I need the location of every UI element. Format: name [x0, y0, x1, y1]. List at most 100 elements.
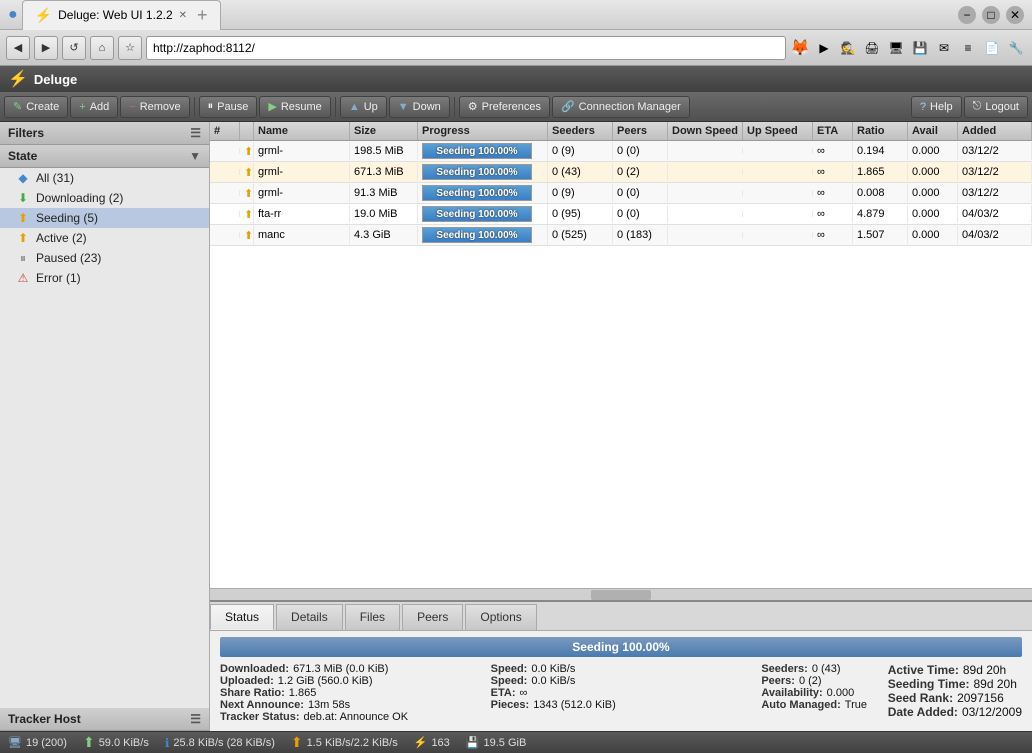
sidebar-item-all[interactable]: ◆ All (31)	[0, 168, 209, 188]
back-button[interactable]: ◀	[6, 36, 30, 60]
connection-manager-button[interactable]: 🔗 Connection Manager	[552, 96, 690, 118]
filters-collapse-button[interactable]: ☰	[190, 126, 201, 140]
tab-label: Deluge: Web UI 1.2.2	[58, 8, 173, 22]
tab-status[interactable]: Status	[210, 604, 274, 630]
seed-rank-value: 2097156	[957, 691, 1004, 705]
sidebar-item-active[interactable]: ⬆ Active (2)	[0, 228, 209, 248]
progress-bar: Seeding 100.00%	[422, 185, 532, 201]
col-down-speed[interactable]: Down Speed	[668, 122, 743, 140]
progress-bar: Seeding 100.00%	[422, 164, 532, 180]
table-row[interactable]: ⬆ manc 4.3 GiB Seeding 100.00% 0 (525) 0…	[210, 225, 1032, 246]
col-num[interactable]: #	[210, 122, 240, 140]
storage-icon: 💾	[466, 736, 480, 749]
seeding-time-label: Seeding Time:	[888, 677, 970, 691]
cell-down-speed	[668, 148, 743, 154]
sidebar-item-paused[interactable]: ⏸ Paused (23)	[0, 248, 209, 268]
detail-pieces-row: Pieces: 1343 (512.0 KiB)	[491, 699, 752, 711]
cell-size: 91.3 MiB	[350, 184, 418, 202]
col-eta[interactable]: ETA	[813, 122, 853, 140]
detail-seeding-time-row: Seeding Time: 89d 20h	[888, 677, 1022, 691]
progress-bar-text: Seeding 100.00%	[423, 165, 531, 179]
sidebar-item-seeding[interactable]: ⬆ Seeding (5)	[0, 208, 209, 228]
forward-button[interactable]: ▶	[34, 36, 58, 60]
firefox-icon[interactable]: 🦊	[790, 38, 810, 58]
app-status-bar: 🖥 19 (200) ⬆ 59.0 KiB/s ℹ 25.8 KiB/s (28…	[0, 731, 1032, 753]
col-up-speed[interactable]: Up Speed	[743, 122, 813, 140]
col-peers[interactable]: Peers	[613, 122, 668, 140]
resume-button[interactable]: ▶ Resume	[259, 96, 330, 118]
tab-close-button[interactable]: ✕	[179, 10, 187, 21]
error-icon: ⚠	[16, 271, 30, 285]
sidebar-seeding-label: Seeding (5)	[36, 211, 98, 225]
page-icon[interactable]: 📄	[982, 38, 1002, 58]
sidebar-downloading-label: Downloading (2)	[36, 191, 123, 205]
sidebar-item-error[interactable]: ⚠ Error (1)	[0, 268, 209, 288]
tab-details[interactable]: Details	[276, 604, 343, 630]
save-icon[interactable]: 💾	[910, 38, 930, 58]
print-icon[interactable]: 🖨	[862, 38, 882, 58]
remove-button[interactable]: − Remove	[120, 96, 189, 118]
down-icon: ▼	[398, 101, 409, 113]
col-size[interactable]: Size	[350, 122, 418, 140]
spy-icon[interactable]: 🕵	[838, 38, 858, 58]
table-row[interactable]: ⬆ grml- 198.5 MiB Seeding 100.00% 0 (9) …	[210, 141, 1032, 162]
table-row[interactable]: ⬆ grml- 671.3 MiB Seeding 100.00% 0 (43)…	[210, 162, 1032, 183]
menu-icon[interactable]: ≡	[958, 38, 978, 58]
progress-bar-text: Seeding 100.00%	[423, 228, 531, 242]
create-button[interactable]: ✎ Create	[4, 96, 68, 118]
mail-icon[interactable]: ✉	[934, 38, 954, 58]
tab-files[interactable]: Files	[345, 604, 400, 630]
cell-ratio: 0.194	[853, 142, 908, 160]
maximize-button[interactable]: □	[982, 6, 1000, 24]
reload-button[interactable]: ↺	[62, 36, 86, 60]
sidebar-item-downloading[interactable]: ⬇ Downloading (2)	[0, 188, 209, 208]
cell-peers: 0 (183)	[613, 226, 668, 244]
close-button[interactable]: ✕	[1006, 6, 1024, 24]
minimize-button[interactable]: −	[958, 6, 976, 24]
bookmark-button[interactable]: ☆	[118, 36, 142, 60]
up-button[interactable]: ▲ Up	[340, 96, 387, 118]
table-row[interactable]: ⬆ fta-rr 19.0 MiB Seeding 100.00% 0 (95)…	[210, 204, 1032, 225]
next-announce-value: 13m 58s	[308, 699, 350, 711]
help-button[interactable]: ? Help	[911, 96, 962, 118]
col-name[interactable]: Name	[254, 122, 350, 140]
pause-button[interactable]: ⏸ Pause	[199, 96, 258, 118]
active-icon: ⬆	[16, 231, 30, 245]
separator-2	[335, 97, 336, 117]
address-bar[interactable]	[146, 36, 786, 60]
tracker-collapse-button[interactable]: ☰	[190, 712, 201, 726]
col-seeders[interactable]: Seeders	[548, 122, 613, 140]
detail-eta-row: ETA: ∞	[491, 687, 752, 699]
col-avail[interactable]: Avail	[908, 122, 958, 140]
col-icon-spacer	[240, 122, 254, 140]
sidebar-error-label: Error (1)	[36, 271, 81, 285]
speed1-label: Speed:	[491, 663, 528, 675]
home-button[interactable]: ⌂	[90, 36, 114, 60]
monitor-icon[interactable]: 🖥	[886, 38, 906, 58]
logout-button[interactable]: ⎋ Logout	[964, 96, 1028, 118]
col-added[interactable]: Added	[958, 122, 1032, 140]
detail-speed2-row: Speed: 0.0 KiB/s	[491, 675, 752, 687]
col-progress[interactable]: Progress	[418, 122, 548, 140]
add-button[interactable]: + Add	[70, 96, 118, 118]
table-row[interactable]: ⬆ grml- 91.3 MiB Seeding 100.00% 0 (9) 0…	[210, 183, 1032, 204]
play-icon[interactable]: ▶	[814, 38, 834, 58]
down-button[interactable]: ▼ Down	[389, 96, 450, 118]
browser-tab[interactable]: ⚡ Deluge: Web UI 1.2.2 ✕ +	[22, 0, 221, 30]
cell-avail: 0.000	[908, 163, 958, 181]
tab-options[interactable]: Options	[465, 604, 536, 630]
state-collapse-button[interactable]: ▼	[189, 149, 201, 163]
cell-ratio: 4.879	[853, 205, 908, 223]
preferences-button[interactable]: ⚙ Preferences	[459, 96, 550, 118]
col-ratio[interactable]: Ratio	[853, 122, 908, 140]
scrollbar-thumb[interactable]	[591, 590, 651, 600]
tab-peers[interactable]: Peers	[402, 604, 463, 630]
pieces-label: Pieces:	[491, 699, 530, 711]
cell-peers: 0 (0)	[613, 184, 668, 202]
count-value: 163	[431, 737, 449, 749]
tools-icon[interactable]: 🔧	[1006, 38, 1026, 58]
active-time-label: Active Time:	[888, 663, 959, 677]
horizontal-scrollbar[interactable]	[210, 588, 1032, 600]
status-count: ⚡ 163	[414, 736, 450, 749]
cell-progress: Seeding 100.00%	[418, 225, 548, 245]
